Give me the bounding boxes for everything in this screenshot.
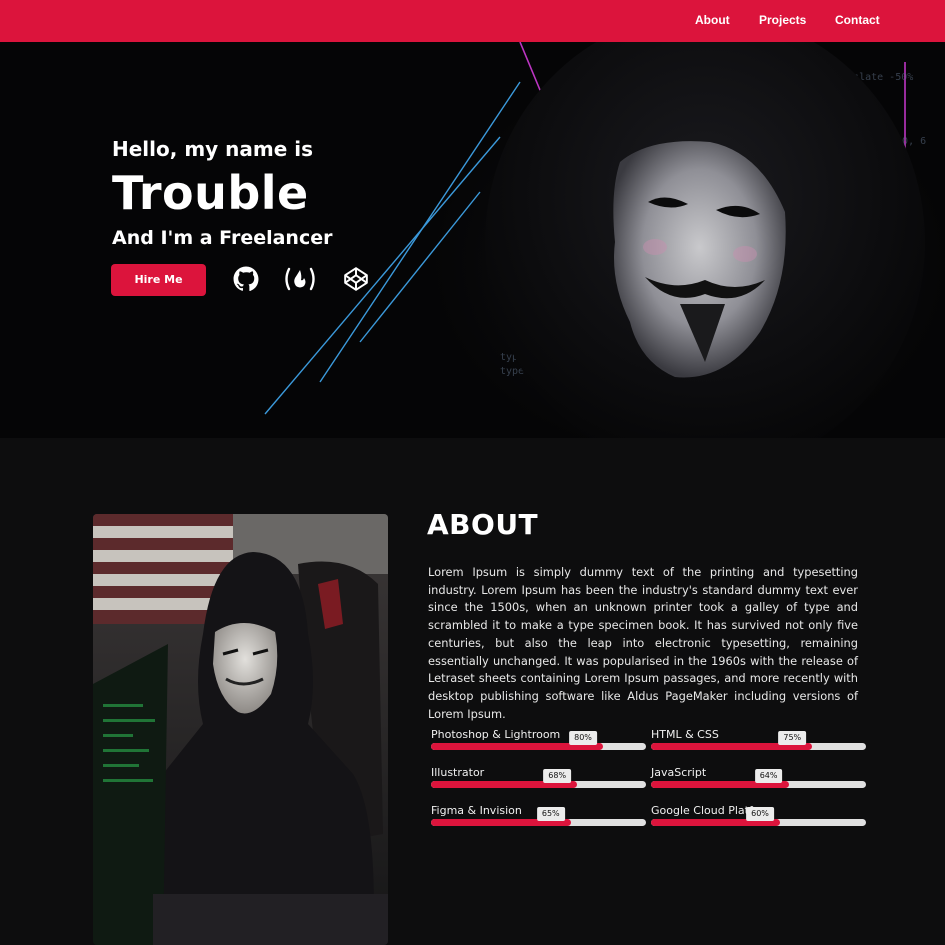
skill-percent-badge: 80% (569, 731, 597, 745)
hero-section: <label class="input" type="submit" id ty… (0, 42, 945, 438)
skill-label: Figma & Invision (431, 804, 522, 817)
codepen-icon[interactable] (343, 266, 369, 292)
skill-percent-badge: 68% (543, 769, 572, 783)
skill-label: Photoshop & Lightroom (431, 728, 561, 741)
skill-percent-badge: 64% (754, 769, 783, 783)
skill-label: HTML & CSS (651, 728, 719, 741)
skill-javascript: JavaScript 64% (651, 766, 866, 796)
top-navbar: About Projects Contact (0, 0, 945, 42)
github-icon[interactable] (233, 266, 259, 292)
about-title: ABOUT (427, 508, 539, 541)
freecodecamp-icon[interactable] (283, 266, 317, 292)
about-paragraph: Lorem Ipsum is simply dummy text of the … (428, 565, 858, 721)
skill-percent-badge: 75% (778, 731, 807, 745)
hire-me-button[interactable]: Hire Me (111, 264, 206, 296)
skill-track: 80% (431, 731, 646, 750)
hero-name: Trouble (112, 166, 309, 220)
skill-html-css: HTML & CSS 75% (651, 728, 866, 758)
hero-role: And I'm a Freelancer (112, 227, 333, 249)
nav-link-projects[interactable]: Projects (759, 13, 806, 27)
hero-greeting: Hello, my name is (112, 137, 314, 161)
skill-track: 64% (651, 769, 866, 788)
about-photo (93, 514, 388, 945)
skill-track: 65% (431, 807, 646, 826)
skill-google-cloud-platform: Google Cloud Platform 60% (651, 804, 866, 834)
skill-photoshop-lightroom: Photoshop & Lightroom 80% (431, 728, 646, 758)
skill-illustrator: Illustrator 68% (431, 766, 646, 796)
skill-label: JavaScript (651, 766, 707, 779)
skill-figma-invision: Figma & Invision 65% (431, 804, 646, 834)
skill-track: 75% (651, 731, 866, 750)
skill-percent-badge: 60% (746, 807, 774, 821)
skill-percent-badge: 65% (536, 807, 565, 821)
nav-link-about[interactable]: About (695, 13, 730, 27)
skill-track: 60% (651, 807, 866, 826)
skill-label: Illustrator (431, 766, 485, 779)
nav-link-contact[interactable]: Contact (835, 13, 880, 27)
skill-track: 68% (431, 769, 646, 788)
